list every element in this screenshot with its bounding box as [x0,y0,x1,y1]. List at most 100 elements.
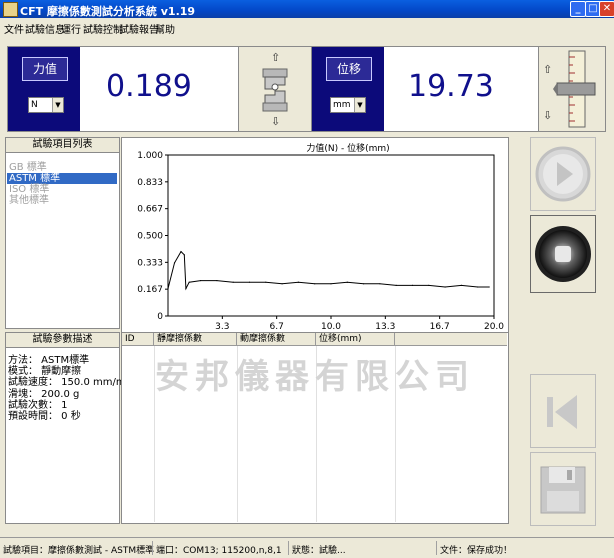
displacement-header: 位移 mm ▼ [312,47,384,131]
data-point [363,283,365,285]
column-header-id[interactable]: ID [122,333,154,346]
column-header-displacement[interactable]: 位移(mm) [316,333,395,346]
data-point [330,283,332,285]
status-bar: 試驗項目：摩擦係數測試 - ASTM標準 端口：COM13; 115200,n,… [0,537,614,558]
force-label: 力值 [22,57,68,81]
column-header-static-friction[interactable]: 靜摩擦係數 [154,333,237,346]
data-point [180,251,182,253]
data-point [183,254,185,256]
displacement-unit-value: mm [333,100,351,110]
start-button[interactable] [530,137,596,211]
y-tick-label: 0.500 [137,232,163,242]
menu-test-info[interactable]: 試驗信息 [25,21,65,36]
chart-panel: 力值(N) - 位移(mm) 1.000 0.833 0.667 0.500 0.333… [121,137,509,333]
svg-text:⇩: ⇩ [271,115,280,128]
list-item-iso[interactable]: ISO 標準 [7,184,117,195]
stop-icon [535,226,591,282]
menu-bar: 文件 試驗信息 運行 試驗控制 試驗報告 幫助 [0,19,614,36]
menu-run[interactable]: 運行 [61,21,81,36]
x-tick-label: 6.7 [270,322,284,332]
force-unit-select[interactable]: N ▼ [28,97,64,113]
status-test-item: 試驗項目：摩擦係數測試 - ASTM標準 [3,546,155,556]
data-point [185,288,187,290]
minimize-button[interactable]: _ [570,1,586,17]
results-table: ID 靜摩擦係數 動摩擦係數 位移(mm) 安邦儀器有限公司 [121,332,509,524]
params-panel: 試驗參數描述 方法： ASTM標準 模式： 靜動摩擦 試驗速度： 150.0 m… [5,332,135,524]
displacement-unit-select[interactable]: mm ▼ [330,97,366,113]
x-tick-label: 20.0 [484,322,504,332]
reset-button[interactable] [530,374,596,448]
company-watermark: 安邦儀器有限公司 [155,357,475,397]
data-point [167,288,169,290]
param-preset-time: 預設時間： 0 秒 [8,411,81,422]
displacement-label: 位移 [326,57,372,81]
ruler-icon: ⇧ ⇩ [538,47,606,131]
y-tick-label: 0.667 [137,205,163,215]
y-tick-label: 1.000 [137,151,163,161]
svg-text:⇩: ⇩ [543,109,552,122]
data-point [297,281,299,283]
param-mode: 模式： 靜動摩擦 [8,366,82,377]
y-tick-label: 0 [157,312,163,322]
test-items-header: 試驗項目列表 [6,138,119,153]
data-point [173,262,176,264]
play-icon [535,146,591,202]
data-point [281,283,283,285]
data-point [248,281,251,283]
data-point [379,283,381,285]
list-item-gb[interactable]: GB 標準 [7,162,117,173]
list-item-other[interactable]: 其他標準 [7,195,117,206]
data-point [460,284,462,287]
close-button[interactable]: ✕ [599,1,614,17]
x-tick-label: 10.0 [321,322,341,332]
status-port: 端口：COM13; 115200,n,8,1 [156,546,282,556]
list-item-astm[interactable]: ASTM 標準 [7,173,117,184]
svg-text:⇧: ⇧ [543,63,552,76]
chart-title: 力值(N) - 位移(mm) [306,142,389,154]
svg-text:⇧: ⇧ [271,51,280,64]
force-header: 力值 N ▼ [8,47,80,131]
test-items-panel: 試驗項目列表 GB 標準 ASTM 標準 ISO 標準 其他標準 [5,137,120,329]
status-state: 狀態：試驗... [292,546,346,556]
y-tick-label: 0.833 [137,178,163,188]
y-tick-label: 0.167 [137,285,163,295]
stop-button[interactable] [530,215,596,293]
displacement-value: 19.73 [408,69,494,104]
param-sled: 滑塊： 200.0 g [8,389,80,400]
data-point [200,279,202,282]
reading-panel: 力值 N ▼ 0.189 ⇧ ⇩ 位移 mm ▼ 19.73 ⇧ ⇩ [7,46,606,132]
skip-back-icon [547,395,577,429]
plot-area [167,154,495,317]
x-tick-label: 16.7 [430,322,450,332]
data-point [188,281,190,283]
param-method: 方法： ASTM標準 [8,355,90,366]
series-line [167,250,490,291]
dropdown-arrow-icon: ▼ [52,98,63,112]
force-displacement-chart: 力值(N) - 位移(mm) 1.000 0.833 0.667 0.500 0.333… [137,142,504,332]
data-point [395,284,397,287]
status-file: 文件：保存成功！ [440,546,513,556]
column-header-kinetic-friction[interactable]: 動摩擦係數 [237,333,316,346]
params-header: 試驗參數描述 [6,333,119,348]
floppy-disk-icon [540,466,586,514]
x-tick-label: 13.3 [375,322,395,332]
data-point [477,286,479,288]
menu-file[interactable]: 文件 [4,21,24,36]
param-speed: 試驗速度： 150.0 mm/min [8,377,135,388]
app-icon [3,2,18,17]
data-point [444,286,446,288]
menu-test-control[interactable]: 試驗控制 [83,21,123,36]
data-point [314,283,316,285]
window-title: CFT 摩擦係數測試分析系統 v1.19 [20,5,196,18]
data-point [265,281,267,283]
force-unit-value: N [31,100,38,110]
save-button[interactable] [530,452,596,526]
load-cell-icon: ⇧ ⇩ [238,47,312,131]
column-header-empty [395,333,507,346]
menu-test-report[interactable]: 試驗報告 [119,21,159,36]
x-tick-label: 3.3 [215,322,229,332]
data-point [428,284,430,287]
menu-help[interactable]: 幫助 [155,21,175,36]
force-value: 0.189 [106,69,192,104]
data-point [488,286,490,288]
